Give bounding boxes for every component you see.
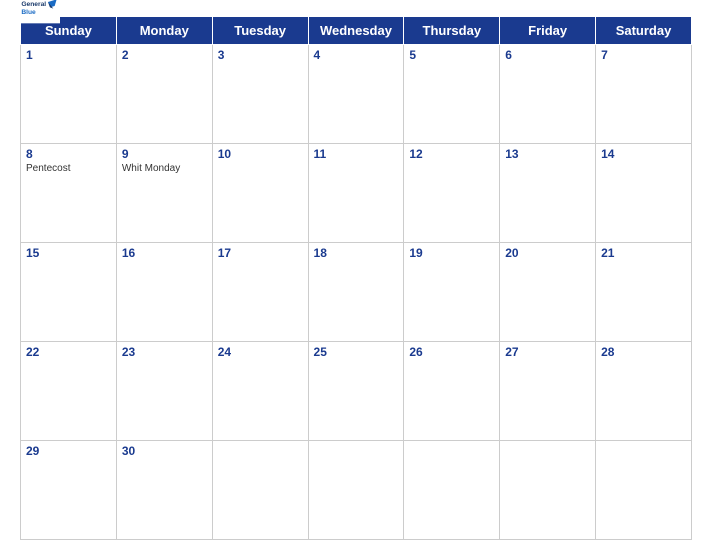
calendar-week-1: 1234567 xyxy=(21,45,692,144)
day-number: 27 xyxy=(505,345,590,359)
day-number: 16 xyxy=(122,246,207,260)
calendar-cell: 30 xyxy=(116,441,212,540)
calendar-cell: 17 xyxy=(212,243,308,342)
day-number: 2 xyxy=(122,48,207,62)
calendar-cell: 12 xyxy=(404,144,500,243)
calendar-cell: 3 xyxy=(212,45,308,144)
calendar-cell: 14 xyxy=(596,144,692,243)
weekday-header-wednesday: Wednesday xyxy=(308,17,404,45)
day-number: 18 xyxy=(314,246,399,260)
logo-icon: General Blue xyxy=(20,0,60,24)
calendar-cell: 4 xyxy=(308,45,404,144)
calendar-cell: 5 xyxy=(404,45,500,144)
day-number: 29 xyxy=(26,444,111,458)
day-number: 6 xyxy=(505,48,590,62)
calendar-cell: 18 xyxy=(308,243,404,342)
calendar-cell: 19 xyxy=(404,243,500,342)
logo: General Blue xyxy=(20,0,60,24)
calendar-cell: 22 xyxy=(21,342,117,441)
calendar-cell: 11 xyxy=(308,144,404,243)
day-number: 4 xyxy=(314,48,399,62)
calendar-week-2: 8 Pentecost 9 Whit Monday 10 11 12 13 14 xyxy=(21,144,692,243)
calendar-cell: 26 xyxy=(404,342,500,441)
weekday-header-saturday: Saturday xyxy=(596,17,692,45)
day-number: 23 xyxy=(122,345,207,359)
day-number: 15 xyxy=(26,246,111,260)
day-number: 9 xyxy=(122,147,207,161)
calendar-cell: 13 xyxy=(500,144,596,243)
day-number: 22 xyxy=(26,345,111,359)
day-number: 28 xyxy=(601,345,686,359)
calendar-cell: 27 xyxy=(500,342,596,441)
calendar-week-4: 22 23 24 25 26 27 28 xyxy=(21,342,692,441)
weekday-header-friday: Friday xyxy=(500,17,596,45)
day-number: 24 xyxy=(218,345,303,359)
calendar-cell: 25 xyxy=(308,342,404,441)
calendar-cell: 6 xyxy=(500,45,596,144)
weekday-header-tuesday: Tuesday xyxy=(212,17,308,45)
calendar-cell: 16 xyxy=(116,243,212,342)
calendar-cell: 20 xyxy=(500,243,596,342)
day-number: 14 xyxy=(601,147,686,161)
weekday-header-monday: Monday xyxy=(116,17,212,45)
calendar-cell xyxy=(212,441,308,540)
day-number: 1 xyxy=(26,48,111,62)
calendar-cell xyxy=(404,441,500,540)
calendar-cell xyxy=(500,441,596,540)
calendar-cell: 7 xyxy=(596,45,692,144)
day-number: 5 xyxy=(409,48,494,62)
day-number: 3 xyxy=(218,48,303,62)
calendar-cell: 29 xyxy=(21,441,117,540)
day-number: 7 xyxy=(601,48,686,62)
calendar-cell: 23 xyxy=(116,342,212,441)
day-number: 19 xyxy=(409,246,494,260)
event-label: Whit Monday xyxy=(122,163,207,174)
calendar-cell: 8 Pentecost xyxy=(21,144,117,243)
calendar-cell: 21 xyxy=(596,243,692,342)
calendar-cell: 1 xyxy=(21,45,117,144)
day-number: 8 xyxy=(26,147,111,161)
day-number: 21 xyxy=(601,246,686,260)
event-label: Pentecost xyxy=(26,163,111,174)
weekday-header-thursday: Thursday xyxy=(404,17,500,45)
calendar-cell: 28 xyxy=(596,342,692,441)
day-number: 26 xyxy=(409,345,494,359)
calendar-cell: 10 xyxy=(212,144,308,243)
day-number: 20 xyxy=(505,246,590,260)
calendar-cell: 9 Whit Monday xyxy=(116,144,212,243)
day-number: 11 xyxy=(314,147,399,161)
day-number: 25 xyxy=(314,345,399,359)
calendar-week-5: 29 30 xyxy=(21,441,692,540)
calendar-cell: 24 xyxy=(212,342,308,441)
day-number: 30 xyxy=(122,444,207,458)
day-number: 10 xyxy=(218,147,303,161)
svg-text:Blue: Blue xyxy=(21,9,36,16)
calendar-table: SundayMondayTuesdayWednesdayThursdayFrid… xyxy=(20,16,692,540)
day-number: 13 xyxy=(505,147,590,161)
svg-text:General: General xyxy=(21,1,46,8)
calendar-week-3: 15 16 17 18 19 20 21 xyxy=(21,243,692,342)
weekday-header-row: SundayMondayTuesdayWednesdayThursdayFrid… xyxy=(21,17,692,45)
calendar-cell: 2 xyxy=(116,45,212,144)
calendar-cell xyxy=(596,441,692,540)
day-number: 17 xyxy=(218,246,303,260)
day-number: 12 xyxy=(409,147,494,161)
calendar-cell: 15 xyxy=(21,243,117,342)
calendar-cell xyxy=(308,441,404,540)
